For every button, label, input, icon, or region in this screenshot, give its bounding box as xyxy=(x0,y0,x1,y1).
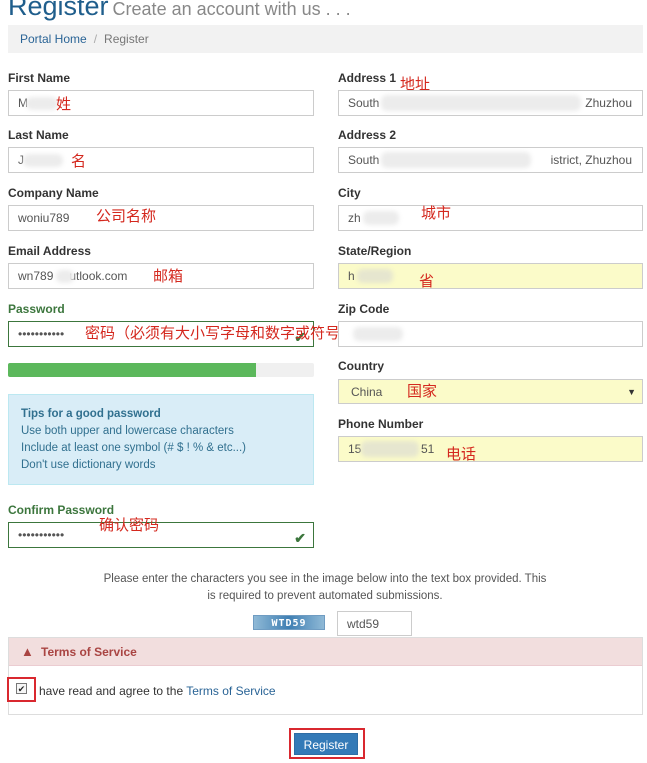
zip-label: Zip Code xyxy=(338,302,390,316)
state-value: h xyxy=(348,269,355,283)
phone-annotation: 电话 xyxy=(446,446,477,463)
phone-input[interactable]: 15 51 xyxy=(338,436,643,462)
confirm-password-value: ••••••••••• xyxy=(18,528,65,542)
confirm-password-valid-check-icon: ✔ xyxy=(294,530,306,546)
company-label: Company Name xyxy=(8,186,99,200)
terms-of-service-title: Terms of Service xyxy=(41,645,137,659)
zip-input[interactable] xyxy=(338,321,643,347)
email-label: Email Address xyxy=(8,244,91,258)
company-annotation: 公司名称 xyxy=(96,208,157,225)
terms-of-service-header: ▲ Terms of Service xyxy=(9,638,642,666)
address2-value-start: South xyxy=(348,153,380,167)
breadcrumb-current: Register xyxy=(104,32,149,46)
redaction-blur xyxy=(26,97,58,110)
password-annotation: 密码（必须有大小写字母和数字或符号） xyxy=(85,325,356,342)
last-name-input[interactable]: J xyxy=(8,147,314,173)
address2-label: Address 2 xyxy=(338,128,397,142)
password-label: Password xyxy=(8,302,65,316)
agree-terms-label: have read and agree to the xyxy=(39,684,184,698)
address2-value-end: istrict, Zhuzhou xyxy=(550,153,632,167)
country-select[interactable]: China ▼ xyxy=(338,379,643,404)
page-subtitle: Create an account with us . . . xyxy=(112,0,351,19)
country-label: Country xyxy=(338,359,384,373)
redaction-blur-mark xyxy=(56,270,74,283)
agree-terms-text: have read and agree to the Terms of Serv… xyxy=(39,684,276,698)
email-annotation: 邮箱 xyxy=(153,268,184,285)
first-name-label: First Name xyxy=(8,71,71,85)
first-name-annotation: 姓 xyxy=(56,96,72,113)
redaction-blur xyxy=(353,327,403,341)
first-name-input[interactable]: M xyxy=(8,90,314,116)
password-tips-title: Tips for a good password xyxy=(21,408,161,420)
redaction-blur xyxy=(381,152,531,168)
address2-input[interactable]: South istrict, Zhuzhou xyxy=(338,147,643,173)
password-tip-3: Don't use dictionary words xyxy=(21,459,156,471)
state-input[interactable]: h xyxy=(338,263,643,289)
address1-label: Address 1 xyxy=(338,71,397,85)
redaction-blur xyxy=(23,154,63,167)
breadcrumb: Portal Home / Register xyxy=(8,25,643,53)
state-label: State/Region xyxy=(338,244,412,258)
last-name-label: Last Name xyxy=(8,128,69,142)
redaction-blur xyxy=(363,211,399,225)
password-value: ••••••••••• xyxy=(18,327,65,341)
captcha-instructions: Please enter the characters you see in t… xyxy=(103,573,547,602)
address1-input[interactable]: South Zhuzhou xyxy=(338,90,643,116)
agree-terms-checkbox[interactable]: ✔ xyxy=(16,683,27,694)
state-annotation: 省 xyxy=(419,273,435,290)
city-label: City xyxy=(338,186,361,200)
password-tip-2: Include at least one symbol (# $ ! % & e… xyxy=(21,442,246,454)
city-input[interactable]: zh xyxy=(338,205,643,231)
chevron-down-icon: ▼ xyxy=(627,387,636,397)
redaction-blur xyxy=(381,95,581,111)
password-tip-1: Use both upper and lowercase characters xyxy=(21,425,234,437)
password-strength-fill xyxy=(8,363,256,377)
redaction-blur xyxy=(361,441,419,457)
city-value: zh xyxy=(348,211,361,225)
warning-icon: ▲ xyxy=(21,644,34,659)
address1-value-end: Zhuzhou xyxy=(585,96,632,110)
captcha-value: wtd59 xyxy=(347,617,380,631)
register-button[interactable]: Register xyxy=(294,733,358,755)
captcha-image: WTD59 xyxy=(253,615,325,630)
country-value: China xyxy=(351,385,383,399)
page-title-text: Register xyxy=(8,0,109,21)
phone-label: Phone Number xyxy=(338,417,424,431)
terms-of-service-link[interactable]: Terms of Service xyxy=(186,684,275,698)
confirm-password-input[interactable]: ••••••••••• ✔ xyxy=(8,522,314,548)
page-title: Register Create an account with us . . . xyxy=(8,0,351,22)
company-value: woniu789 xyxy=(18,211,70,225)
address1-value-start: South xyxy=(348,96,380,110)
email-value-start: wn789 xyxy=(18,269,54,283)
captcha-input[interactable]: wtd59 xyxy=(337,611,412,636)
terms-of-service-panel: ▲ Terms of Service xyxy=(8,637,643,715)
phone-value-start: 15 xyxy=(348,442,362,456)
breadcrumb-separator: / xyxy=(93,32,98,46)
password-strength-bar xyxy=(8,363,314,377)
redaction-blur xyxy=(357,269,393,283)
phone-value-end: 51 xyxy=(421,442,435,456)
email-value-end: utlook.com xyxy=(69,269,128,283)
country-annotation: 国家 xyxy=(407,383,438,400)
city-annotation: 城市 xyxy=(421,205,452,222)
password-tips-box: Tips for a good password Use both upper … xyxy=(8,394,314,485)
confirm-password-annotation: 确认密码 xyxy=(99,517,160,534)
company-input[interactable]: woniu789 xyxy=(8,205,314,231)
last-name-annotation: 名 xyxy=(71,153,87,170)
breadcrumb-home-link[interactable]: Portal Home xyxy=(20,32,87,46)
